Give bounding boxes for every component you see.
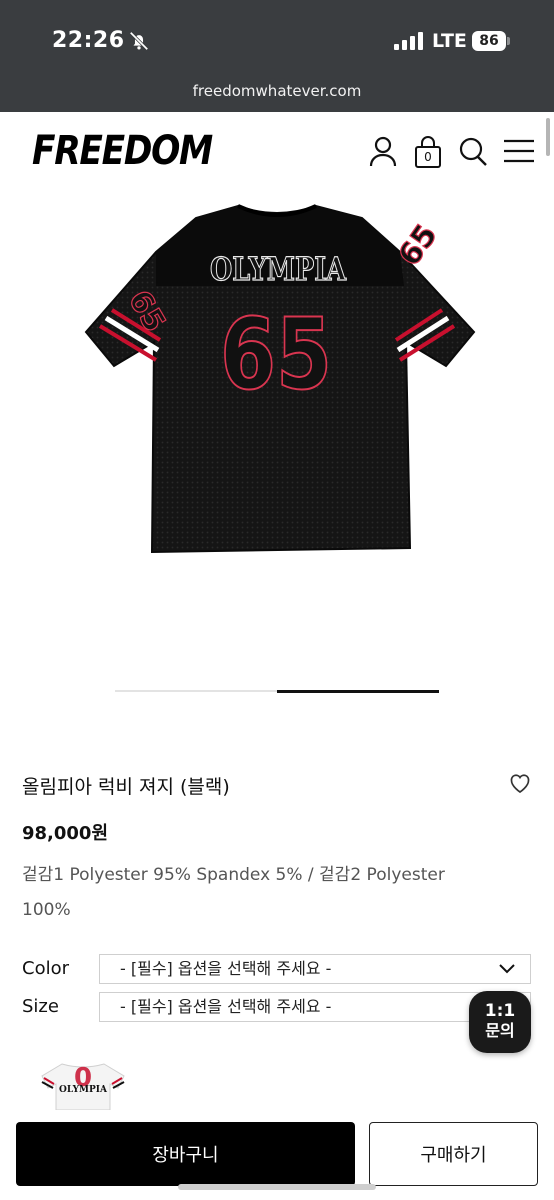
heart-icon[interactable] — [508, 771, 532, 795]
battery-icon: 86 — [472, 31, 506, 51]
menu-icon[interactable] — [502, 134, 536, 170]
chat-label-2: 문의 — [485, 1021, 515, 1040]
signal-icon — [394, 32, 424, 50]
color-select-value: - [필수] 옵션을 선택해 주세요 - — [120, 959, 332, 978]
site-logo[interactable]: FREEDOM — [32, 128, 213, 174]
color-select[interactable]: - [필수] 옵션을 선택해 주세요 - — [99, 954, 531, 984]
url-bar[interactable]: freedomwhatever.com — [0, 82, 554, 100]
search-icon[interactable] — [456, 134, 490, 170]
chevron-down-icon — [499, 964, 515, 974]
buy-now-button[interactable]: 구매하기 — [369, 1122, 538, 1186]
chat-label-1: 1:1 — [484, 1001, 516, 1021]
size-select-value: - [필수] 옵션을 선택해 주세요 - — [120, 997, 332, 1016]
add-to-cart-button[interactable]: 장바구니 — [16, 1122, 355, 1186]
user-icon[interactable] — [366, 134, 400, 170]
image-pager-indicator — [277, 690, 439, 693]
product-material: 겉감1 Polyester 95% Spandex 5% / 겉감2 Polye… — [22, 865, 445, 920]
status-bar: 22:26 LTE 86 freedomwhatever.com — [0, 0, 554, 112]
size-select[interactable]: - [필수] 옵션을 선택해 주세요 - — [99, 992, 531, 1022]
related-product-thumbnail[interactable]: 0 OLYMPIA — [36, 1060, 130, 1110]
color-option-label: Color — [22, 958, 69, 979]
status-time: 22:26 — [52, 28, 125, 53]
product-name: 올림피아 럭비 져지 (블랙) — [22, 776, 230, 798]
jersey-number: 65 — [220, 298, 332, 412]
cart-count: 0 — [424, 150, 432, 164]
cart-button[interactable]: 0 — [411, 134, 445, 170]
page-scrollbar[interactable] — [546, 118, 550, 156]
jersey-text: OLYMPIA — [210, 250, 347, 288]
product-price: 98,000원 — [22, 823, 109, 844]
svg-text:OLYMPIA: OLYMPIA — [59, 1085, 108, 1095]
chat-inquiry-button[interactable]: 1:1 문의 — [469, 991, 531, 1053]
network-type: LTE — [432, 30, 467, 52]
bell-slash-icon — [129, 31, 149, 51]
product-image[interactable]: 65 65 OLYMPIA 65 — [0, 190, 554, 670]
home-indicator[interactable] — [178, 1184, 376, 1190]
size-option-label: Size — [22, 996, 59, 1017]
battery-tip — [507, 37, 510, 45]
